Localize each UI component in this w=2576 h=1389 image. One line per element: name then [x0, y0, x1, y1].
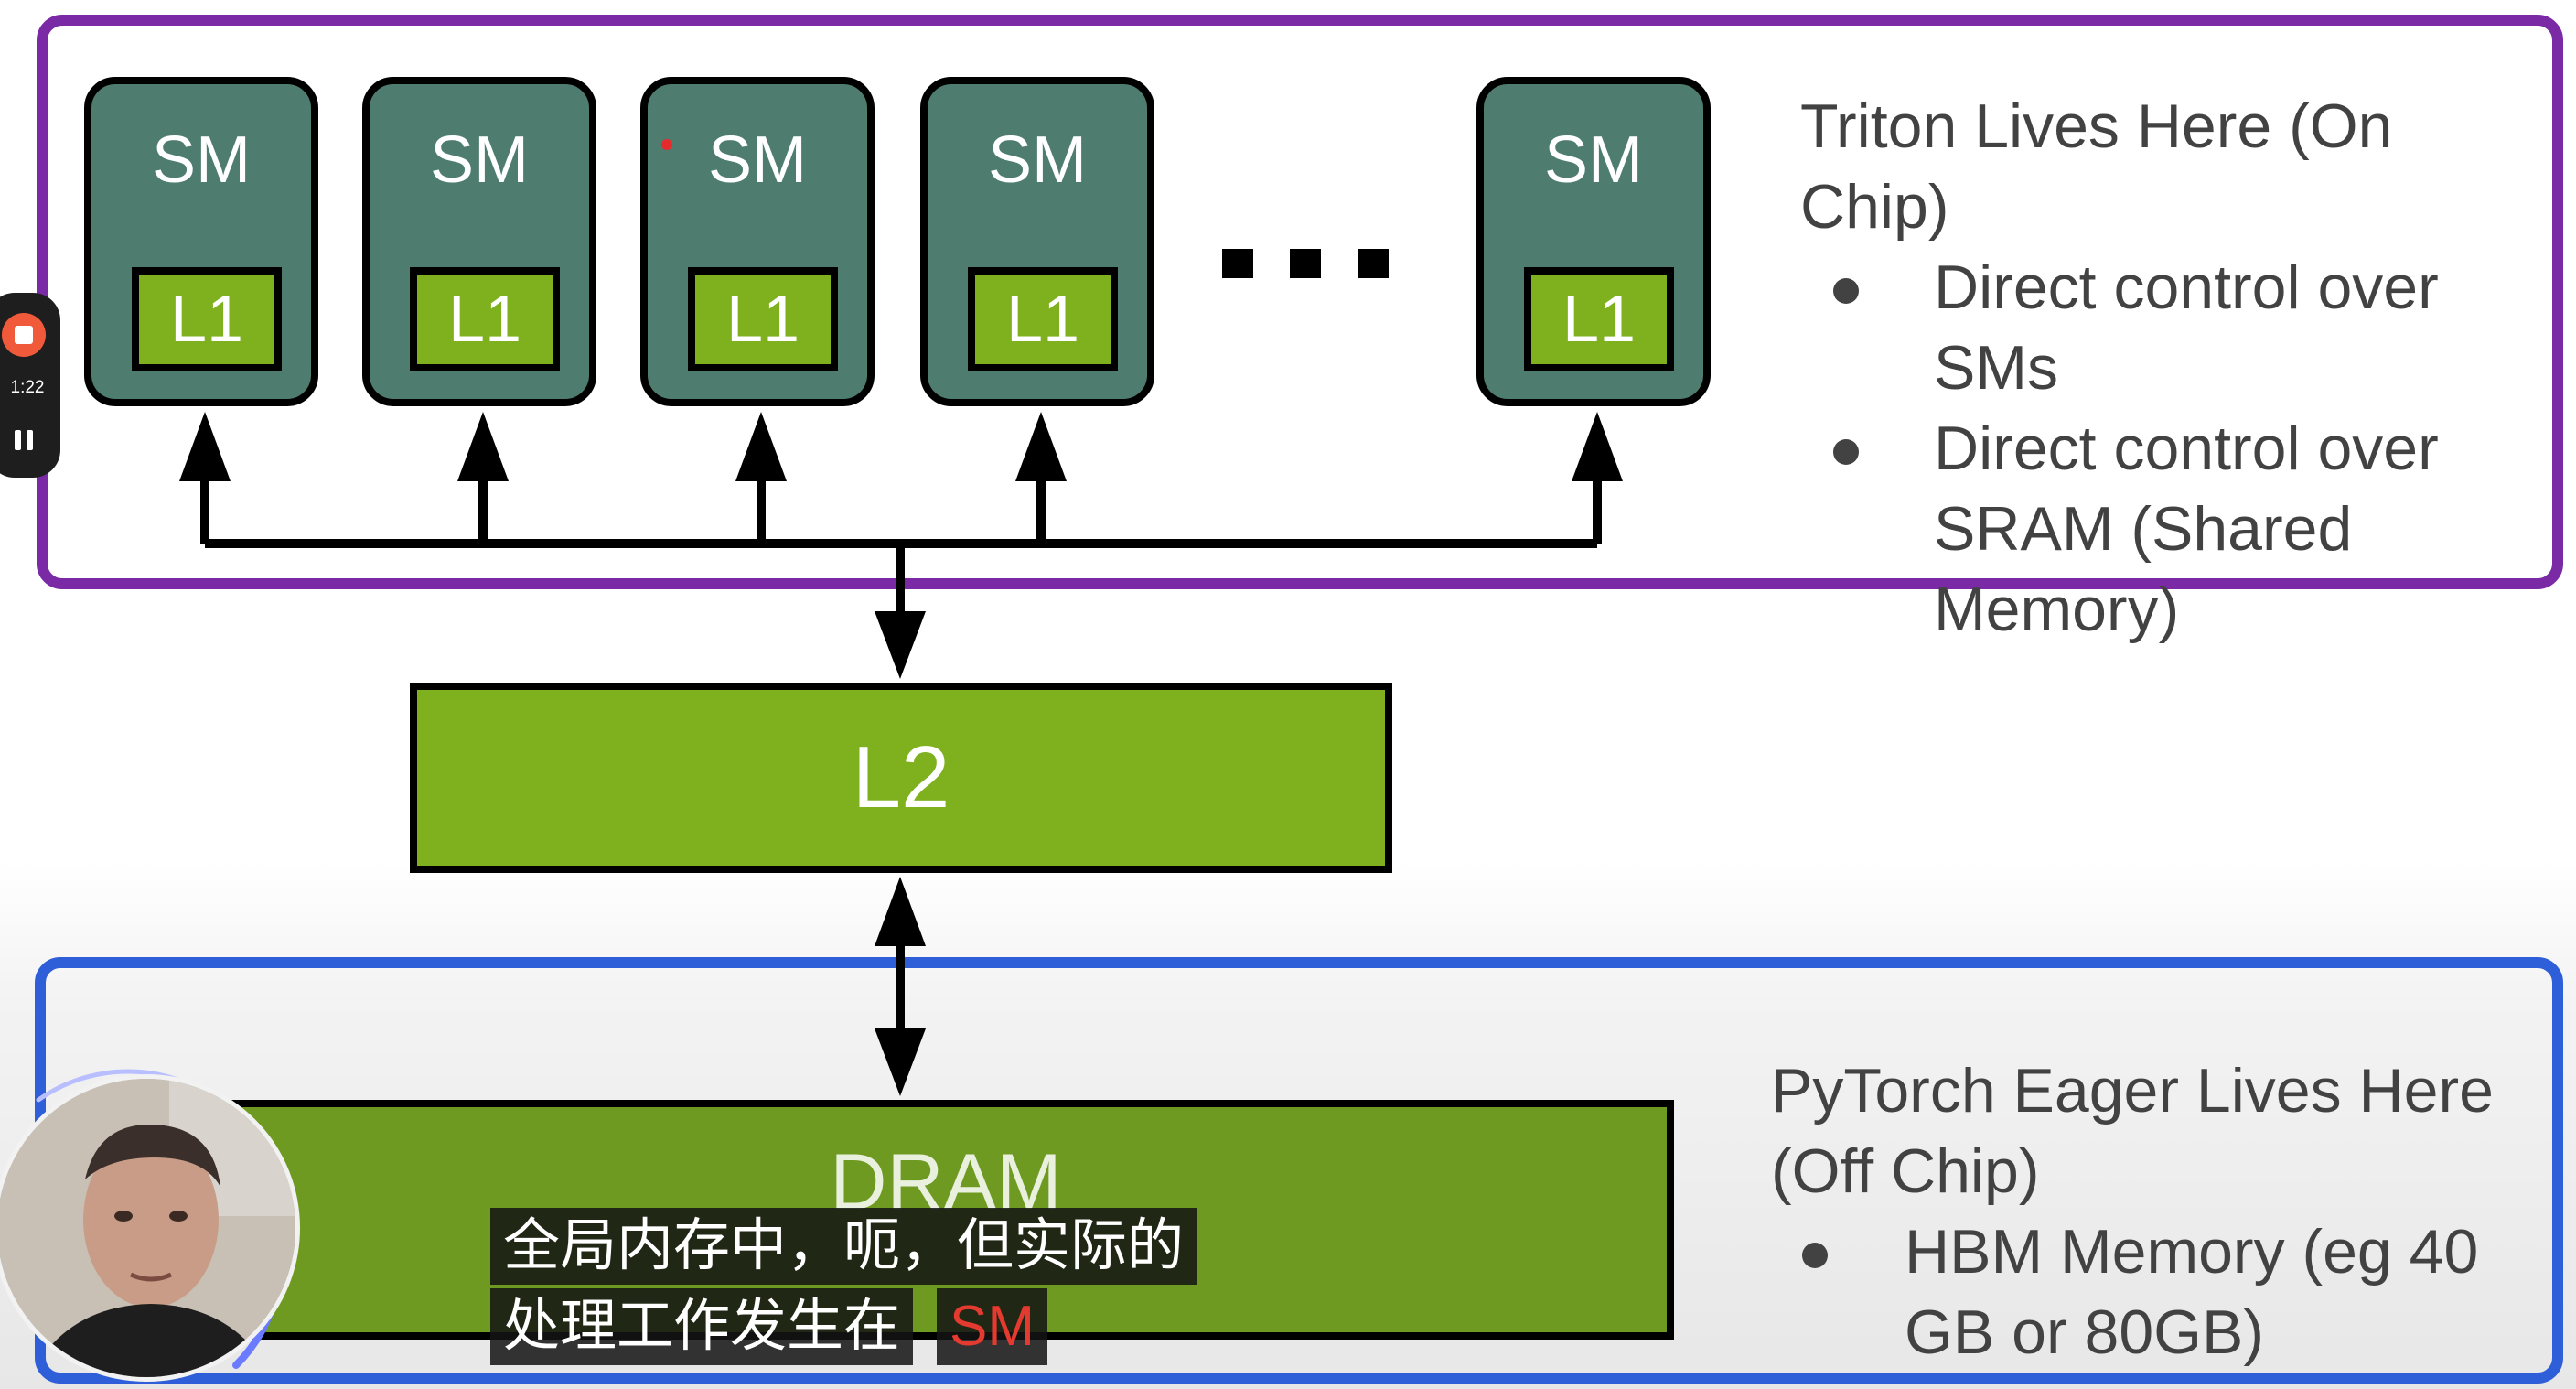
- sm-label: SM: [1544, 124, 1643, 197]
- l1-cache-block: L1: [688, 267, 838, 371]
- sm-label: SM: [152, 124, 251, 197]
- subtitle-line-2: 处理工作发生在: [490, 1288, 914, 1365]
- ellipsis-icon: [1222, 249, 1389, 278]
- sm-block-5: SM L1: [1476, 77, 1711, 406]
- pytorch-bullet-item: HBM Memory (eg 40 GB or 80GB): [1771, 1211, 2521, 1373]
- bullet-icon: [1802, 1243, 1828, 1268]
- subtitle-line-1: 全局内存中，呃，但实际的: [490, 1208, 1197, 1285]
- webcam-avatar: [0, 1074, 300, 1382]
- subtitle-highlight: SM: [937, 1288, 1048, 1365]
- l1-cache-block: L1: [132, 267, 282, 371]
- stop-icon[interactable]: [2, 313, 46, 357]
- l2-dram-arrow: [875, 877, 926, 1096]
- sm-bus-arrows: [179, 412, 1623, 544]
- triton-bullet-item: Direct control over SMs: [1800, 247, 2532, 408]
- pytorch-bullet-list: HBM Memory (eg 40 GB or 80GB): [1771, 1211, 2521, 1373]
- sm-label: SM: [988, 124, 1087, 197]
- recording-timer: 1:22: [10, 378, 45, 397]
- bullet-icon: [1833, 439, 1859, 465]
- l1-cache-block: L1: [410, 267, 560, 371]
- l1-cache-block: L1: [968, 267, 1118, 371]
- bus-to-l2-arrow: [875, 544, 926, 679]
- pointer-dot: [661, 139, 672, 150]
- presenter-silhouette-icon: [0, 1079, 295, 1377]
- bullet-icon: [1833, 278, 1859, 304]
- sm-block-4: SM L1: [920, 77, 1154, 406]
- pytorch-bullet-text: HBM Memory (eg 40 GB or 80GB): [1905, 1217, 2479, 1367]
- triton-bullet-list: Direct control over SMs Direct control o…: [1800, 247, 2532, 650]
- l2-cache-block: L2: [410, 683, 1392, 873]
- l1-cache-block: L1: [1524, 267, 1674, 371]
- sm-block-2: SM L1: [362, 77, 596, 406]
- triton-bullet-item: Direct control over SRAM (Shared Memory): [1800, 408, 2532, 650]
- pytorch-title: PyTorch Eager Lives Here (Off Chip): [1771, 1056, 2494, 1206]
- triton-bullet-text: Direct control over SMs: [1934, 253, 2439, 403]
- sm-label: SM: [708, 124, 807, 197]
- video-subtitle: 全局内存中，呃，但实际的 处理工作发生在 SM: [490, 1208, 1197, 1369]
- triton-title: Triton Lives Here (On Chip): [1800, 92, 2393, 242]
- subtitle-line-2-row: 处理工作发生在 SM: [490, 1288, 1197, 1369]
- pause-icon[interactable]: [11, 426, 38, 454]
- triton-bullet-text: Direct control over SRAM (Shared Memory): [1934, 414, 2439, 644]
- sm-label: SM: [430, 124, 529, 197]
- sm-block-3: SM L1: [640, 77, 875, 406]
- recording-controls: 1:22: [0, 293, 60, 478]
- sm-block-1: SM L1: [84, 77, 318, 406]
